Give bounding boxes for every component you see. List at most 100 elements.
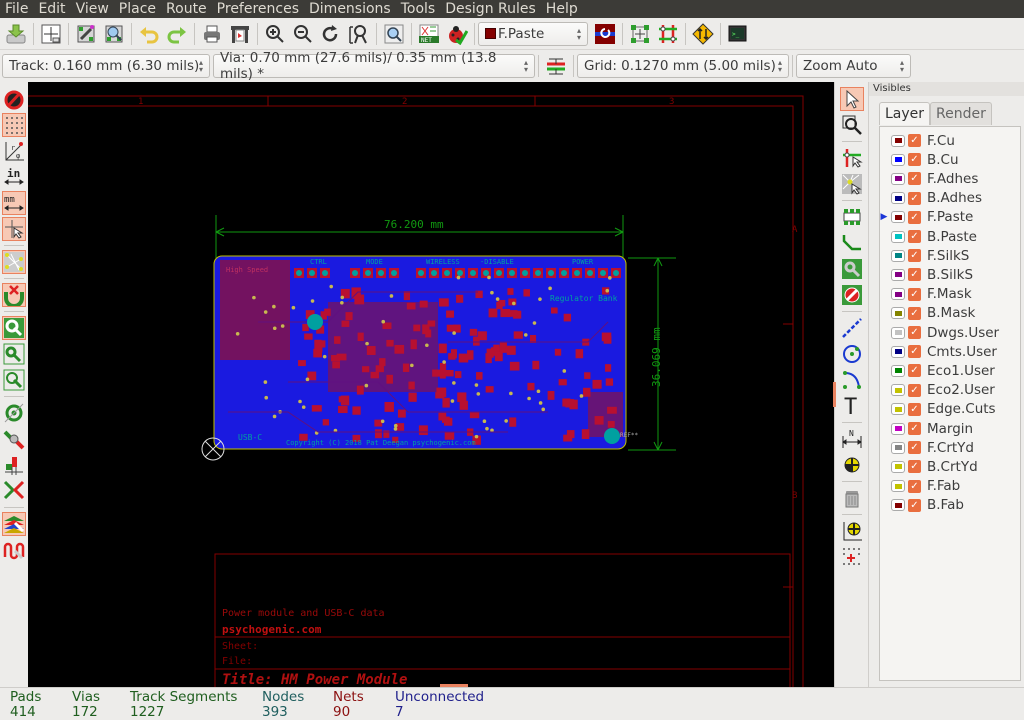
- plot-button[interactable]: [227, 21, 253, 47]
- layer-visible-checkbox[interactable]: ✓: [908, 249, 921, 263]
- net-highlight-button[interactable]: [2, 479, 26, 503]
- select-tool-button[interactable]: [839, 87, 864, 111]
- redo-button[interactable]: [164, 21, 190, 47]
- scripting-console-button[interactable]: >_: [725, 21, 751, 47]
- auto-delete-tracks-button[interactable]: [2, 283, 26, 307]
- drc-button[interactable]: [444, 21, 470, 47]
- layer-visible-checkbox[interactable]: ✓: [908, 498, 921, 512]
- layer-row[interactable]: ✓ Eco2.User: [880, 381, 1020, 400]
- menu-view[interactable]: View: [71, 0, 114, 18]
- layer-color-swatch[interactable]: [891, 134, 905, 147]
- layer-visible-checkbox[interactable]: ✓: [908, 172, 921, 186]
- auto-track-width-button[interactable]: [543, 53, 569, 79]
- layer-color-swatch[interactable]: [891, 460, 905, 473]
- toolbar-resize-handle[interactable]: [833, 382, 836, 407]
- add-circle-button[interactable]: [840, 342, 864, 366]
- layer-row[interactable]: ✓ Dwgs.User: [880, 323, 1020, 342]
- layer-color-swatch[interactable]: [891, 192, 905, 205]
- add-line-button[interactable]: [840, 316, 864, 340]
- layer-row[interactable]: ✓ B.SilkS: [880, 265, 1020, 284]
- layer-visible-checkbox[interactable]: ✓: [908, 345, 921, 359]
- footprint-viewer-button[interactable]: [101, 21, 127, 47]
- redraw-button[interactable]: [318, 21, 344, 47]
- layer-select[interactable]: F.Paste ▴ ▾: [478, 21, 588, 46]
- layer-color-swatch[interactable]: [891, 441, 905, 454]
- units-mm-button[interactable]: mm: [2, 191, 26, 215]
- layer-row[interactable]: ✓ F.Mask: [880, 285, 1020, 304]
- find-button[interactable]: [381, 21, 407, 47]
- layer-row[interactable]: ✓ B.Cu: [880, 150, 1020, 169]
- grid-toggle-button[interactable]: [2, 113, 26, 137]
- layer-color-swatch[interactable]: [891, 480, 905, 493]
- pad-sketch-button[interactable]: [2, 453, 26, 477]
- read-netlist-button[interactable]: NET: [416, 21, 442, 47]
- add-dimension-button[interactable]: N: [840, 427, 864, 451]
- set-grid-origin-button[interactable]: [840, 545, 864, 569]
- via-size-select[interactable]: Via: 0.70 mm (27.6 mils)/ 0.35 mm (13.8 …: [213, 50, 535, 82]
- layer-color-swatch[interactable]: [891, 249, 905, 262]
- add-zone-button[interactable]: [840, 257, 864, 281]
- layer-visible-checkbox[interactable]: ✓: [908, 402, 921, 416]
- menu-file[interactable]: File: [0, 0, 33, 18]
- layer-color-swatch[interactable]: [891, 211, 905, 224]
- cursor-shape-button[interactable]: [2, 217, 26, 241]
- footprint-mode-button[interactable]: [627, 21, 653, 47]
- save-board-button[interactable]: [3, 21, 29, 47]
- layer-row[interactable]: ✓ F.Cu: [880, 131, 1020, 150]
- track-width-select[interactable]: Track: 0.160 mm (6.30 mils) ▴ ▾: [2, 54, 210, 78]
- menu-help[interactable]: Help: [541, 0, 583, 18]
- layer-row[interactable]: ✓ F.CrtYd: [880, 438, 1020, 457]
- layer-color-swatch[interactable]: [891, 384, 905, 397]
- layer-row[interactable]: ✓ F.SilkS: [880, 246, 1020, 265]
- add-target-button[interactable]: [840, 453, 864, 477]
- layer-row[interactable]: ✓ Cmts.User: [880, 342, 1020, 361]
- zone-outline-button[interactable]: [2, 342, 26, 366]
- menu-design-rules[interactable]: Design Rules: [440, 0, 541, 18]
- menu-route[interactable]: Route: [161, 0, 212, 18]
- layer-visible-checkbox[interactable]: ✓: [908, 422, 921, 435]
- zone-fill-button[interactable]: [2, 316, 26, 340]
- layer-visible-checkbox[interactable]: ✓: [908, 460, 921, 474]
- layer-row[interactable]: ✓ Margin: [880, 419, 1020, 438]
- layer-row[interactable]: ✓ Edge.Cuts: [880, 400, 1020, 419]
- layer-row[interactable]: ✓ B.Fab: [880, 496, 1020, 515]
- layer-color-swatch[interactable]: [891, 403, 905, 416]
- layer-visible-checkbox[interactable]: ✓: [908, 210, 921, 224]
- layer-color-swatch[interactable]: [891, 307, 905, 320]
- layer-manager-button[interactable]: [2, 512, 26, 536]
- layer-visible-checkbox[interactable]: ✓: [908, 479, 921, 493]
- layer-row[interactable]: ✓ B.CrtYd: [880, 457, 1020, 476]
- undo-button[interactable]: [136, 21, 162, 47]
- layer-color-swatch[interactable]: [891, 230, 905, 243]
- layer-visible-checkbox[interactable]: ✓: [908, 306, 921, 320]
- layer-color-swatch[interactable]: [891, 499, 905, 512]
- add-footprint-button[interactable]: [840, 205, 864, 229]
- delete-button[interactable]: [840, 486, 864, 510]
- footprint-tool-button[interactable]: [840, 172, 864, 196]
- add-text-button[interactable]: T: [840, 394, 864, 418]
- layer-pair-button[interactable]: [592, 21, 618, 47]
- polar-coords-button[interactable]: rφ: [2, 139, 26, 163]
- layer-color-swatch[interactable]: [891, 153, 905, 166]
- microwave-tools-button[interactable]: [2, 538, 26, 562]
- layer-visible-checkbox[interactable]: ✓: [908, 230, 921, 243]
- layer-row[interactable]: ✓ F.Fab: [880, 477, 1020, 496]
- page-settings-button[interactable]: [38, 21, 64, 47]
- layer-color-swatch[interactable]: [891, 326, 905, 339]
- layer-color-swatch[interactable]: [891, 268, 905, 281]
- add-keepout-button[interactable]: [840, 283, 864, 307]
- zoom-select[interactable]: Zoom Auto ▴ ▾: [796, 54, 911, 78]
- add-arc-button[interactable]: [840, 368, 864, 392]
- units-inches-button[interactable]: in: [2, 165, 26, 189]
- via-sketch-button[interactable]: [2, 401, 26, 425]
- highlight-net-button[interactable]: [840, 113, 864, 137]
- menu-preferences[interactable]: Preferences: [212, 0, 304, 18]
- layer-visible-checkbox[interactable]: ✓: [908, 268, 921, 282]
- drc-off-button[interactable]: [2, 87, 26, 111]
- print-button[interactable]: [199, 21, 225, 47]
- layer-row[interactable]: ✓ B.Mask: [880, 304, 1020, 323]
- menu-place[interactable]: Place: [114, 0, 161, 18]
- grid-origin-button[interactable]: [840, 519, 864, 543]
- layer-color-swatch[interactable]: [891, 172, 905, 185]
- layer-color-swatch[interactable]: [891, 345, 905, 358]
